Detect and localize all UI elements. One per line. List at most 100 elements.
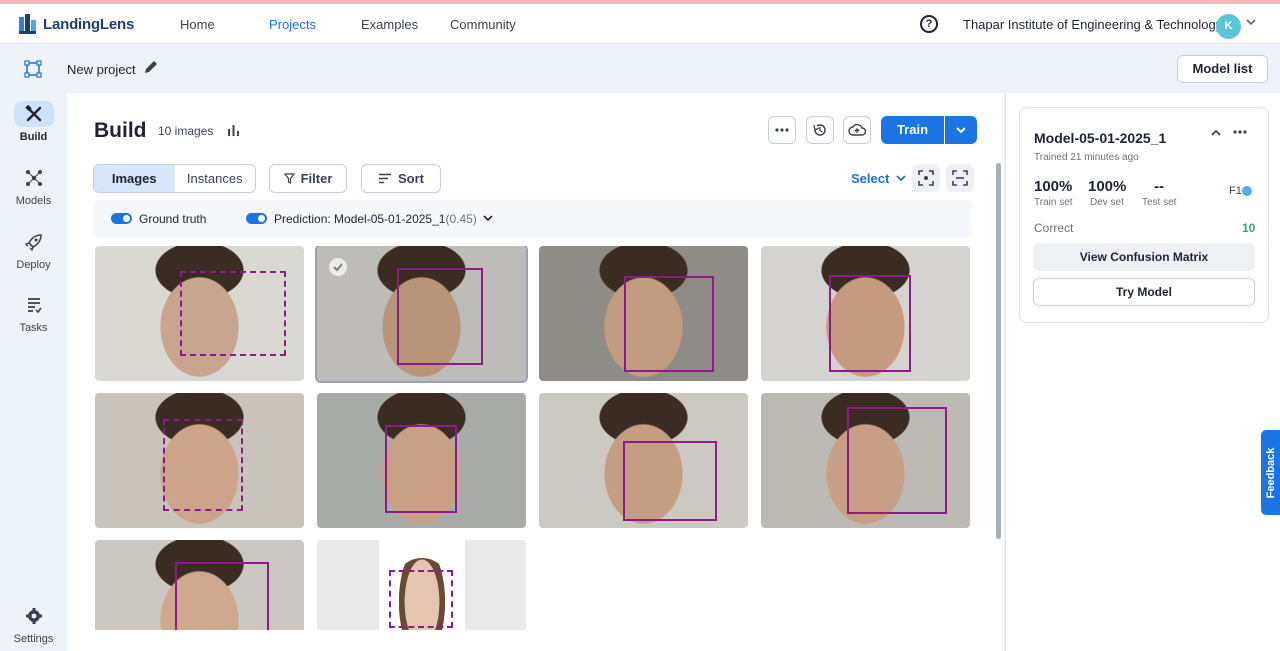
image-count: 10 images bbox=[158, 124, 214, 138]
organization-name[interactable]: Thapar Institute of Engineering & Techno… bbox=[963, 17, 1222, 32]
image-card[interactable] bbox=[761, 246, 970, 381]
sidebar-item-models[interactable]: Models bbox=[0, 165, 67, 207]
image-card[interactable] bbox=[761, 393, 970, 528]
sidebar-label-settings: Settings bbox=[13, 633, 54, 645]
image-card[interactable] bbox=[95, 540, 304, 630]
try-model-button[interactable]: Try Model bbox=[1033, 278, 1255, 306]
more-options-button[interactable] bbox=[768, 116, 796, 144]
train-set-value: 100% bbox=[1034, 178, 1073, 195]
select-label: Select bbox=[851, 171, 890, 186]
bar-chart-icon[interactable] bbox=[227, 124, 240, 137]
collapse-chevron-up-icon[interactable] bbox=[1210, 127, 1222, 139]
project-frame-icon[interactable] bbox=[24, 60, 42, 78]
image-card[interactable] bbox=[315, 246, 528, 383]
test-set-value: -- bbox=[1154, 178, 1164, 195]
top-navbar: LandingLens Home Projects Examples Commu… bbox=[0, 4, 1280, 44]
trained-time: Trained 21 minutes ago bbox=[1034, 152, 1139, 163]
nav-home[interactable]: Home bbox=[180, 17, 215, 32]
prediction-toggle[interactable] bbox=[246, 213, 267, 224]
account-chevron-down-icon[interactable] bbox=[1245, 16, 1257, 28]
correct-value: 10 bbox=[1242, 221, 1256, 235]
bounding-box bbox=[175, 562, 269, 630]
ground-truth-toggle[interactable] bbox=[111, 213, 132, 224]
edit-pencil-icon[interactable] bbox=[143, 59, 159, 75]
sort-label: Sort bbox=[398, 171, 424, 186]
view-toggle: Images Instances bbox=[93, 164, 256, 193]
history-button[interactable] bbox=[806, 116, 834, 144]
image-card[interactable] bbox=[317, 393, 526, 528]
filter-icon bbox=[283, 173, 295, 184]
grid-scrollbar[interactable] bbox=[996, 163, 1001, 539]
feedback-tab[interactable]: Feedback bbox=[1261, 430, 1280, 515]
more-dots-icon bbox=[775, 128, 789, 132]
sidebar-item-deploy[interactable]: Deploy bbox=[0, 229, 67, 271]
tab-instances[interactable]: Instances bbox=[175, 165, 256, 192]
view-confusion-matrix-button[interactable]: View Confusion Matrix bbox=[1033, 243, 1255, 271]
model-more-icon[interactable] bbox=[1233, 130, 1247, 134]
bounding-box bbox=[389, 570, 453, 628]
landinglens-logo-icon bbox=[19, 14, 36, 34]
left-sidebar: Build Models Deploy Tasks Settings bbox=[0, 93, 67, 651]
sidebar-item-tasks[interactable]: Tasks bbox=[0, 292, 67, 334]
sort-button[interactable]: Sort bbox=[361, 164, 441, 193]
overlay-toggles: Ground truth Prediction: Model-05-01-202… bbox=[93, 200, 972, 238]
sidebar-label-tasks: Tasks bbox=[19, 322, 48, 334]
feedback-label: Feedback bbox=[1264, 447, 1277, 498]
image-card[interactable] bbox=[317, 540, 526, 630]
nav-examples[interactable]: Examples bbox=[361, 17, 418, 32]
model-list-button[interactable]: Model list bbox=[1177, 55, 1268, 83]
history-icon bbox=[813, 124, 826, 136]
project-name: New project bbox=[67, 62, 136, 77]
project-bar: New project Model list bbox=[0, 45, 1280, 93]
prediction-label: Prediction: Model-05-01-2025_1 bbox=[274, 212, 446, 226]
rocket-icon bbox=[14, 229, 54, 255]
model-panel: Model-05-01-2025_1 Trained 21 minutes ag… bbox=[1005, 93, 1280, 651]
chevron-down-icon bbox=[956, 127, 966, 134]
cloud-upload-icon bbox=[848, 123, 866, 136]
info-icon[interactable] bbox=[1241, 186, 1252, 197]
model-name[interactable]: Model-05-01-2025_1 bbox=[1034, 130, 1166, 146]
selection-check-icon[interactable] bbox=[329, 258, 347, 276]
filter-button[interactable]: Filter bbox=[269, 164, 347, 193]
page-title: Build bbox=[94, 119, 147, 142]
image-card[interactable] bbox=[539, 393, 748, 528]
train-dropdown-button[interactable] bbox=[945, 116, 977, 144]
image-card[interactable] bbox=[539, 246, 748, 381]
nav-projects[interactable]: Projects bbox=[269, 17, 316, 32]
sidebar-label-models: Models bbox=[15, 195, 52, 207]
filter-label: Filter bbox=[300, 171, 333, 186]
help-icon[interactable]: ? bbox=[920, 15, 938, 33]
prediction-threshold: (0.45) bbox=[445, 212, 477, 226]
bounding-box bbox=[829, 275, 911, 372]
prediction-selector[interactable]: Prediction: Model-05-01-2025_1(0.45) bbox=[274, 212, 493, 226]
prediction-chevron-icon bbox=[483, 215, 493, 222]
tab-images[interactable]: Images bbox=[94, 165, 175, 192]
image-card[interactable] bbox=[95, 393, 304, 528]
image-card[interactable] bbox=[95, 246, 304, 381]
upload-button[interactable] bbox=[843, 116, 871, 144]
image-grid bbox=[95, 246, 975, 630]
sidebar-item-settings[interactable]: Settings bbox=[0, 603, 67, 645]
focus-view-button[interactable] bbox=[912, 164, 940, 192]
metric-type-label: F1 bbox=[1229, 185, 1242, 197]
landinglens-logo[interactable]: LandingLens bbox=[18, 13, 134, 35]
ground-truth-label: Ground truth bbox=[139, 212, 207, 226]
sidebar-label-build: Build bbox=[19, 131, 48, 143]
train-button[interactable]: Train bbox=[881, 116, 944, 144]
sidebar-label-deploy: Deploy bbox=[16, 259, 51, 271]
dev-set-value: 100% bbox=[1088, 178, 1127, 195]
dev-set-label: Dev set bbox=[1090, 197, 1124, 208]
fit-view-button[interactable] bbox=[946, 164, 974, 192]
train-set-label: Train set bbox=[1034, 197, 1073, 208]
bounding-box bbox=[180, 271, 286, 356]
metric-type[interactable]: F1 bbox=[1229, 185, 1252, 197]
checklist-icon bbox=[14, 292, 54, 318]
bounding-box bbox=[623, 441, 717, 521]
nav-community[interactable]: Community bbox=[450, 17, 516, 32]
bounding-box bbox=[385, 425, 457, 513]
sidebar-item-build[interactable]: Build bbox=[0, 101, 67, 143]
select-dropdown[interactable]: Select bbox=[851, 171, 906, 186]
brand-name: LandingLens bbox=[43, 15, 135, 33]
select-chevron-icon bbox=[896, 175, 906, 182]
avatar[interactable]: K bbox=[1216, 14, 1241, 39]
